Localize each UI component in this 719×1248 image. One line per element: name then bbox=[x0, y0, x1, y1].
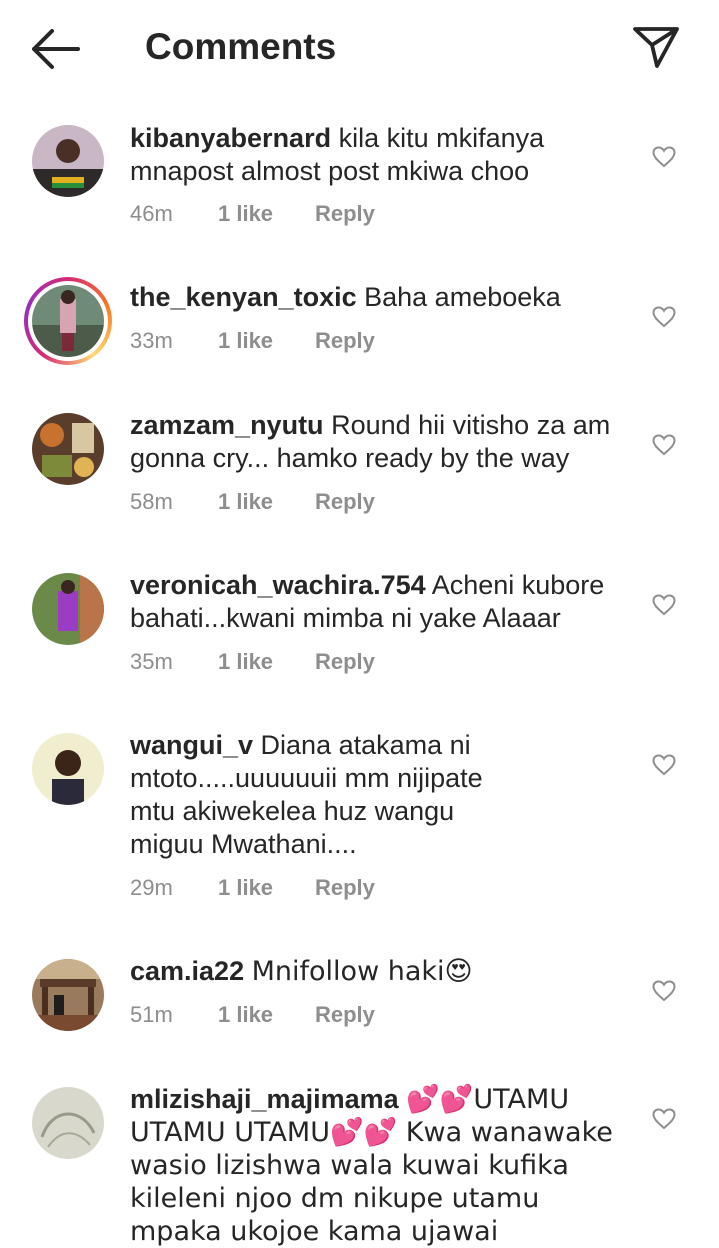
comment-body: Baha ameboeka bbox=[364, 282, 561, 312]
comment-username[interactable]: wangui_v bbox=[130, 730, 253, 760]
comment-meta: 46m 1 like Reply bbox=[130, 200, 375, 228]
comment-likes[interactable]: 1 like bbox=[218, 488, 315, 516]
story-ring[interactable] bbox=[24, 277, 112, 365]
header: Comments bbox=[0, 0, 719, 96]
heart-outline-icon[interactable] bbox=[652, 594, 676, 616]
comment-likes[interactable]: 1 like bbox=[218, 327, 315, 355]
comment-username[interactable]: kibanyabernard bbox=[130, 123, 331, 153]
comment-meta: 29m 1 like Reply bbox=[130, 874, 375, 902]
avatar[interactable] bbox=[32, 125, 104, 197]
comment-username[interactable]: zamzam_nyutu bbox=[130, 410, 324, 440]
avatar[interactable] bbox=[32, 285, 104, 357]
heart-outline-icon[interactable] bbox=[652, 306, 676, 328]
heart-outline-icon[interactable] bbox=[652, 146, 676, 168]
reply-button[interactable]: Reply bbox=[315, 874, 375, 902]
comment-time: 58m bbox=[130, 489, 173, 514]
comment-time: 51m bbox=[130, 1002, 173, 1027]
comment-likes[interactable]: 1 like bbox=[218, 200, 315, 228]
comment-meta: 33m 1 like Reply bbox=[130, 327, 375, 355]
comment-username[interactable]: veronicah_wachira.754 bbox=[130, 570, 426, 600]
comment-text: mlizishaji_majimama 💕💕UTAMU UTAMU UTAMU💕… bbox=[130, 1083, 620, 1248]
heart-outline-icon[interactable] bbox=[652, 980, 676, 1002]
comment-likes[interactable]: 1 like bbox=[218, 874, 315, 902]
arrow-left-icon[interactable] bbox=[30, 28, 82, 70]
comment-time: 33m bbox=[130, 328, 173, 353]
reply-button[interactable]: Reply bbox=[315, 327, 375, 355]
comment-meta: 51m 1 like Reply bbox=[130, 1001, 375, 1029]
reply-button[interactable]: Reply bbox=[315, 200, 375, 228]
page-title: Comments bbox=[145, 26, 337, 67]
comment-meta: 58m 1 like Reply bbox=[130, 488, 375, 516]
reply-button[interactable]: Reply bbox=[315, 648, 375, 676]
comment-time: 29m bbox=[130, 875, 173, 900]
avatar[interactable] bbox=[32, 959, 104, 1031]
comment-likes[interactable]: 1 like bbox=[218, 648, 315, 676]
comment-text: veronicah_wachira.754 Acheni kubore baha… bbox=[130, 569, 620, 635]
comment-time: 46m bbox=[130, 201, 173, 226]
comment-text: cam.ia22 Mnifollow haki😍 bbox=[130, 955, 620, 988]
comment-username[interactable]: mlizishaji_majimama bbox=[130, 1084, 399, 1114]
avatar[interactable] bbox=[32, 413, 104, 485]
reply-button[interactable]: Reply bbox=[315, 488, 375, 516]
heart-outline-icon[interactable] bbox=[652, 434, 676, 456]
reply-button[interactable]: Reply bbox=[315, 1001, 375, 1029]
avatar[interactable] bbox=[32, 1087, 104, 1159]
heart-outline-icon[interactable] bbox=[652, 1108, 676, 1130]
comment-text: kibanyabernard kila kitu mkifanya mnapos… bbox=[130, 122, 620, 188]
heart-outline-icon[interactable] bbox=[652, 754, 676, 776]
comment-meta: 35m 1 like Reply bbox=[130, 648, 375, 676]
avatar[interactable] bbox=[32, 733, 104, 805]
comment-username[interactable]: the_kenyan_toxic bbox=[130, 282, 357, 312]
avatar[interactable] bbox=[32, 573, 104, 645]
comment-text: wangui_v Diana atakama ni mtoto.....uuuu… bbox=[130, 729, 530, 861]
comment-likes[interactable]: 1 like bbox=[218, 1001, 315, 1029]
paper-plane-icon[interactable] bbox=[631, 24, 681, 70]
comment-text: the_kenyan_toxic Baha ameboeka bbox=[130, 281, 620, 314]
comment-username[interactable]: cam.ia22 bbox=[130, 956, 244, 986]
comment-body: Mnifollow haki😍 bbox=[251, 956, 473, 987]
comment-text: zamzam_nyutu Round hii vitisho za am gon… bbox=[130, 409, 620, 475]
comment-time: 35m bbox=[130, 649, 173, 674]
